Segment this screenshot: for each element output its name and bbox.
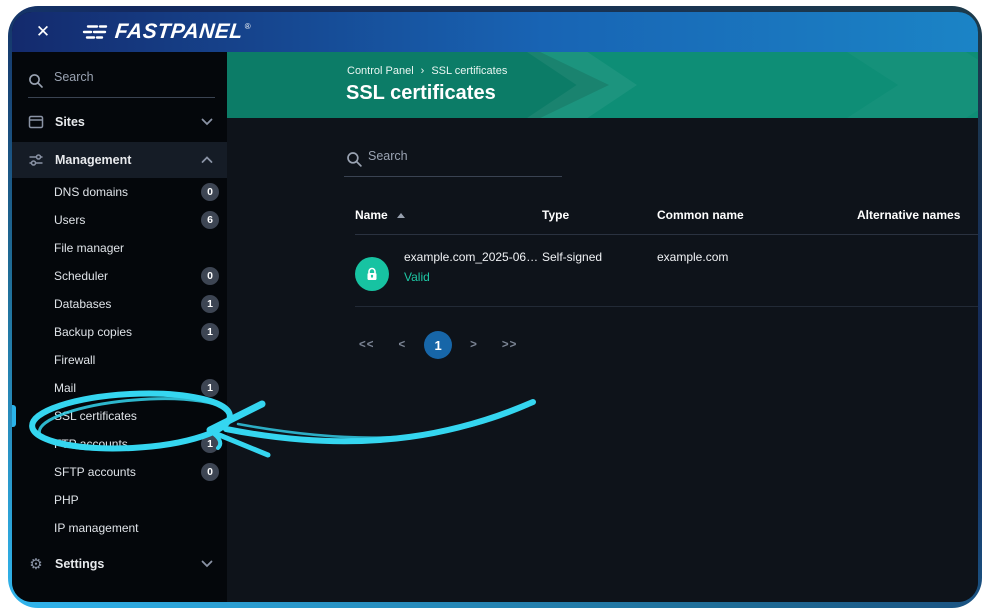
certificate-avatar: [355, 257, 389, 291]
sidebar-group-label: Settings: [55, 557, 201, 571]
column-header-type[interactable]: Type: [542, 208, 569, 222]
page-title: SSL certificates: [346, 82, 496, 105]
brand-name: FASTPANEL: [114, 20, 244, 44]
sites-icon: [28, 114, 44, 130]
breadcrumb-control-panel[interactable]: Control Panel: [347, 65, 414, 77]
sidebar-item-ftp-accounts[interactable]: FTP accounts 1: [12, 430, 227, 458]
header-chevron-decoration: [847, 52, 978, 118]
topbar: ✕ FASTPANEL ®: [12, 12, 978, 52]
certificate-status: Valid: [404, 270, 430, 284]
breadcrumb: Control Panel › SSL certificates: [347, 65, 507, 77]
sidebar-item-mail[interactable]: Mail 1: [12, 374, 227, 402]
speed-lines-icon: [82, 23, 108, 41]
sidebar-management-items: DNS domains 0 Users 6 File manager Sched…: [12, 178, 227, 542]
sort-ascending-icon: [397, 213, 405, 218]
sidebar-item-scheduler[interactable]: Scheduler 0: [12, 262, 227, 290]
sidebar-item-backup-copies[interactable]: Backup copies 1: [12, 318, 227, 346]
sidebar-item-firewall[interactable]: Firewall: [12, 346, 227, 374]
breadcrumb-separator: ›: [421, 65, 425, 77]
sidebar-item-ip-management[interactable]: IP management: [12, 514, 227, 542]
screenshot: ✕ FASTPANEL ®: [0, 0, 990, 614]
certificate-type: Self-signed: [542, 250, 602, 264]
sidebar-group-sites[interactable]: Sites: [12, 104, 227, 140]
search-icon: [28, 73, 44, 89]
app-window: ✕ FASTPANEL ®: [12, 12, 978, 602]
fastpanel-logo: FASTPANEL ®: [82, 20, 251, 44]
count-badge: 0: [201, 267, 219, 285]
search-underline: [28, 97, 215, 98]
table-search-input[interactable]: [368, 149, 548, 163]
count-badge: 1: [201, 295, 219, 313]
lock-icon: [365, 267, 379, 282]
count-badge: 6: [201, 211, 219, 229]
count-badge: 0: [201, 183, 219, 201]
sidebar-group-management[interactable]: Management: [12, 142, 227, 178]
table-search: [344, 144, 562, 176]
sliders-icon: [28, 152, 44, 168]
content-area: Name Type Common name Alternative names: [227, 118, 978, 602]
chevron-down-icon: [201, 118, 213, 126]
count-badge: 1: [201, 323, 219, 341]
count-badge: 0: [201, 463, 219, 481]
sidebar: Sites Management: [12, 52, 227, 602]
main-panel: Control Panel › SSL certificates SSL cer…: [227, 52, 978, 602]
sidebar-item-databases[interactable]: Databases 1: [12, 290, 227, 318]
certificate-common-name: example.com: [657, 250, 728, 264]
gear-icon: ⚙: [28, 555, 44, 573]
pagination-first-button[interactable]: <<: [347, 339, 386, 351]
count-badge: 1: [201, 435, 219, 453]
sidebar-group-settings[interactable]: ⚙ Settings: [12, 547, 227, 581]
table-divider: [355, 306, 978, 307]
sidebar-search-input[interactable]: [54, 70, 204, 84]
column-header-name[interactable]: Name: [355, 208, 405, 222]
sidebar-item-file-manager[interactable]: File manager: [12, 234, 227, 262]
pagination-last-button[interactable]: >>: [490, 339, 529, 351]
page-header: Control Panel › SSL certificates SSL cer…: [227, 52, 978, 118]
pagination-next-button[interactable]: >: [458, 339, 490, 351]
sidebar-item-ssl-certificates[interactable]: SSL certificates: [12, 402, 227, 430]
column-header-alternative-names[interactable]: Alternative names: [857, 208, 960, 222]
search-icon: [346, 151, 363, 168]
sidebar-item-users[interactable]: Users 6: [12, 206, 227, 234]
sidebar-group-label: Sites: [55, 115, 201, 129]
column-header-common-name[interactable]: Common name: [657, 208, 744, 222]
certificate-name: example.com_2025-06…: [404, 250, 538, 264]
pagination: << < 1 > >>: [347, 330, 529, 360]
sidebar-item-php[interactable]: PHP: [12, 486, 227, 514]
sidebar-search: [12, 64, 227, 98]
breadcrumb-current: SSL certificates: [431, 65, 507, 77]
pagination-prev-button[interactable]: <: [386, 339, 418, 351]
count-badge: 1: [201, 379, 219, 397]
table-row[interactable]: example.com_2025-06… Valid Self-signed e…: [227, 235, 978, 306]
sidebar-item-sftp-accounts[interactable]: SFTP accounts 0: [12, 458, 227, 486]
search-underline: [344, 176, 562, 177]
chevron-up-icon: [201, 156, 213, 164]
sidebar-group-label: Management: [55, 153, 201, 167]
table-header: Name Type Common name Alternative names: [227, 208, 978, 234]
chevron-down-icon: [201, 560, 213, 568]
registered-mark: ®: [245, 22, 251, 31]
close-button[interactable]: ✕: [30, 19, 56, 45]
active-item-indicator: [12, 405, 16, 427]
pagination-current-page[interactable]: 1: [424, 331, 452, 359]
sidebar-item-dns-domains[interactable]: DNS domains 0: [12, 178, 227, 206]
